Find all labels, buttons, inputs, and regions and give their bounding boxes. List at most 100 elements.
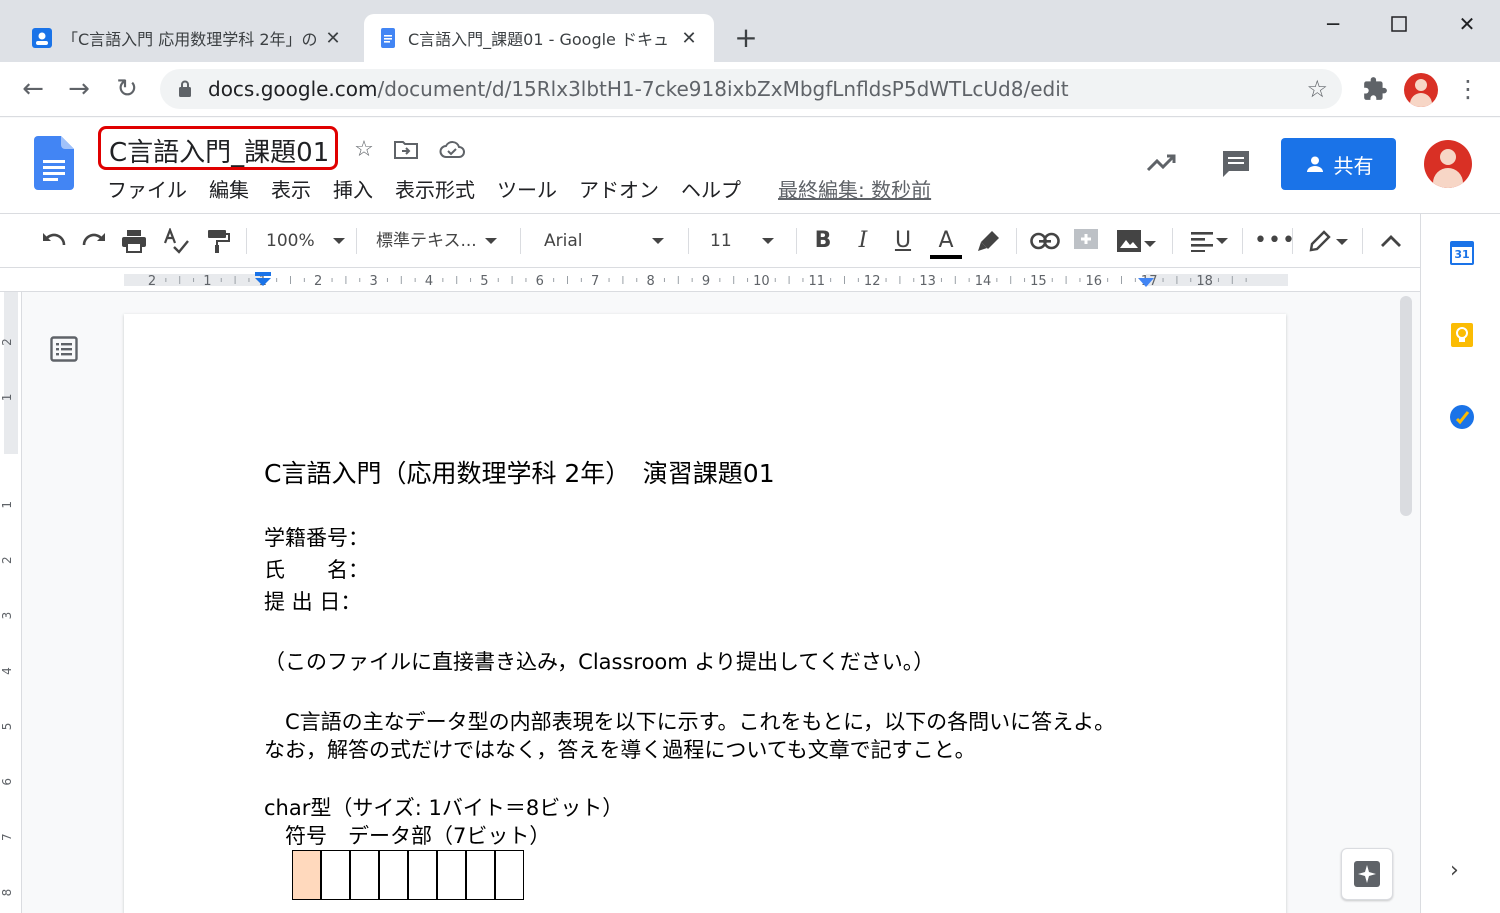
reload-icon[interactable]: ↻ bbox=[108, 70, 146, 108]
redo-icon[interactable] bbox=[80, 227, 108, 255]
vertical-ruler-label: 3 bbox=[0, 612, 14, 620]
more-options-icon[interactable]: ••• bbox=[1254, 227, 1295, 255]
print-icon[interactable] bbox=[120, 227, 148, 255]
lock-icon bbox=[179, 80, 191, 97]
chevron-down-icon bbox=[332, 238, 345, 244]
zoom-select[interactable]: 100% bbox=[266, 226, 346, 256]
menu-help[interactable]: ヘルプ bbox=[670, 174, 752, 206]
forward-icon[interactable]: → bbox=[60, 70, 98, 108]
address-bar[interactable]: docs.google.com/document/d/15Rlx3lbtH1-7… bbox=[160, 69, 1342, 109]
docs-logo-icon[interactable] bbox=[34, 136, 74, 190]
style-select[interactable]: 標準テキス... bbox=[376, 226, 510, 256]
activity-trend-icon[interactable] bbox=[1146, 148, 1178, 180]
insert-comment-icon[interactable] bbox=[1072, 227, 1100, 255]
pencil-icon bbox=[1309, 230, 1331, 252]
tab-classroom[interactable]: 「C言語入門 応用数理学科 2年」の ✕ bbox=[18, 14, 358, 62]
data-bit-cell bbox=[466, 850, 495, 900]
menu-addons[interactable]: アドオン bbox=[568, 174, 670, 206]
italic-button[interactable]: I bbox=[850, 227, 876, 255]
student-id-field: 学籍番号： bbox=[264, 526, 369, 550]
comment-history-icon[interactable] bbox=[1220, 148, 1252, 180]
highlight-color-icon[interactable] bbox=[976, 227, 1002, 255]
ruler-label: 2 bbox=[314, 274, 322, 289]
vertical-ruler[interactable]: 2 1 1 2 3 4 5 6 7 8 bbox=[0, 292, 22, 913]
document-outline-icon[interactable] bbox=[50, 336, 78, 362]
char-type-heading: char型（サイズ: 1バイト＝8ビット） bbox=[264, 796, 624, 820]
new-tab-button[interactable]: + bbox=[730, 20, 762, 56]
extensions-icon[interactable] bbox=[1362, 76, 1388, 102]
ruler-label: 15 bbox=[1030, 274, 1047, 289]
cloud-saved-icon[interactable] bbox=[438, 136, 466, 164]
document-page[interactable]: C言語入門（応用数理学科 2年） 演習課題01 学籍番号： 氏 名： 提 出 日… bbox=[124, 314, 1286, 913]
insert-image-button[interactable] bbox=[1112, 227, 1160, 255]
last-edit-link[interactable]: 最終編集: 数秒前 bbox=[778, 174, 931, 206]
document-title[interactable]: C言語入門_課題01 bbox=[109, 132, 329, 169]
left-indent-marker-icon[interactable] bbox=[254, 272, 272, 290]
star-icon[interactable]: ☆ bbox=[350, 136, 378, 164]
horizontal-ruler[interactable]: 21123456789101112131415161718 bbox=[0, 268, 1420, 292]
expand-side-panel-icon[interactable]: › bbox=[1450, 858, 1459, 883]
account-avatar[interactable] bbox=[1424, 140, 1472, 188]
vertical-ruler-label: 8 bbox=[0, 889, 14, 897]
tab-docs[interactable]: C言語入門_課題01 - Google ドキュ ✕ bbox=[364, 14, 714, 62]
submission-note: （このファイルに直接書き込み，Classroom より提出してください。） bbox=[264, 650, 935, 674]
menu-tools[interactable]: ツール bbox=[486, 174, 568, 206]
data-bit-cell bbox=[379, 850, 408, 900]
insert-link-icon[interactable] bbox=[1030, 227, 1060, 255]
keep-icon[interactable] bbox=[1449, 322, 1475, 348]
right-indent-marker-icon[interactable] bbox=[1137, 278, 1155, 290]
menu-insert[interactable]: 挿入 bbox=[322, 174, 384, 206]
font-select[interactable]: Arial bbox=[544, 226, 676, 256]
chevron-down-icon bbox=[484, 238, 497, 244]
explore-button[interactable] bbox=[1341, 848, 1393, 900]
move-folder-icon[interactable] bbox=[392, 136, 420, 164]
close-tab-icon[interactable]: ✕ bbox=[678, 28, 700, 49]
share-button[interactable]: 共有 bbox=[1281, 138, 1396, 190]
profile-avatar[interactable] bbox=[1404, 73, 1438, 107]
ruler-label: 6 bbox=[536, 274, 544, 289]
maximize-icon[interactable] bbox=[1376, 4, 1422, 44]
menu-view[interactable]: 表示 bbox=[260, 174, 322, 206]
underline-button[interactable]: U bbox=[890, 227, 916, 255]
vertical-scrollbar[interactable] bbox=[1400, 296, 1412, 516]
minimize-icon[interactable]: ─ bbox=[1310, 4, 1356, 44]
ruler-label: 2 bbox=[148, 274, 156, 289]
ruler-label: 12 bbox=[864, 274, 881, 289]
ruler-label: 8 bbox=[646, 274, 654, 289]
menu-file[interactable]: ファイル bbox=[96, 174, 198, 206]
ruler-label: 10 bbox=[753, 274, 770, 289]
back-icon[interactable]: ← bbox=[14, 70, 52, 108]
close-tab-icon[interactable]: ✕ bbox=[322, 28, 344, 49]
image-icon bbox=[1117, 230, 1141, 252]
text-color-button[interactable]: A bbox=[930, 227, 962, 259]
side-panel: 31 bbox=[1420, 214, 1500, 913]
menu-edit[interactable]: 編集 bbox=[198, 174, 260, 206]
bold-button[interactable]: B bbox=[810, 227, 836, 255]
paint-format-icon[interactable] bbox=[204, 227, 232, 255]
font-size-select[interactable]: 11 bbox=[710, 226, 786, 256]
editing-mode-button[interactable] bbox=[1304, 227, 1352, 255]
font-value: Arial bbox=[544, 231, 583, 251]
instruction-paragraph-2: なお，解答の式だけではなく，答えを導く過程についても文章で記すこと。 bbox=[264, 738, 976, 762]
calendar-icon[interactable]: 31 bbox=[1449, 240, 1475, 266]
bookmark-star-icon[interactable]: ☆ bbox=[1306, 69, 1328, 109]
vertical-ruler-label: 1 bbox=[0, 501, 14, 509]
ruler-label: 14 bbox=[975, 274, 992, 289]
hide-menus-icon[interactable] bbox=[1376, 227, 1406, 255]
chevron-down-icon bbox=[761, 238, 774, 244]
close-window-icon[interactable]: ✕ bbox=[1444, 4, 1490, 44]
text-color-letter: A bbox=[938, 228, 954, 253]
spellcheck-icon[interactable] bbox=[162, 226, 190, 255]
ruler-ticks: 21123456789101112131415161718 bbox=[124, 274, 1288, 289]
vertical-ruler-label: 5 bbox=[0, 723, 14, 731]
tasks-icon[interactable] bbox=[1449, 404, 1475, 430]
text-color-swatch bbox=[930, 255, 962, 259]
ruler-label: 5 bbox=[480, 274, 488, 289]
align-menu-button[interactable] bbox=[1186, 227, 1232, 255]
menu-format[interactable]: 表示形式 bbox=[384, 174, 486, 206]
chrome-menu-icon[interactable]: ⋮ bbox=[1456, 74, 1480, 104]
zoom-value: 100% bbox=[266, 231, 315, 251]
undo-icon[interactable] bbox=[40, 227, 68, 255]
submit-date-field: 提 出 日： bbox=[264, 590, 362, 614]
ruler-label: 16 bbox=[1086, 274, 1103, 289]
